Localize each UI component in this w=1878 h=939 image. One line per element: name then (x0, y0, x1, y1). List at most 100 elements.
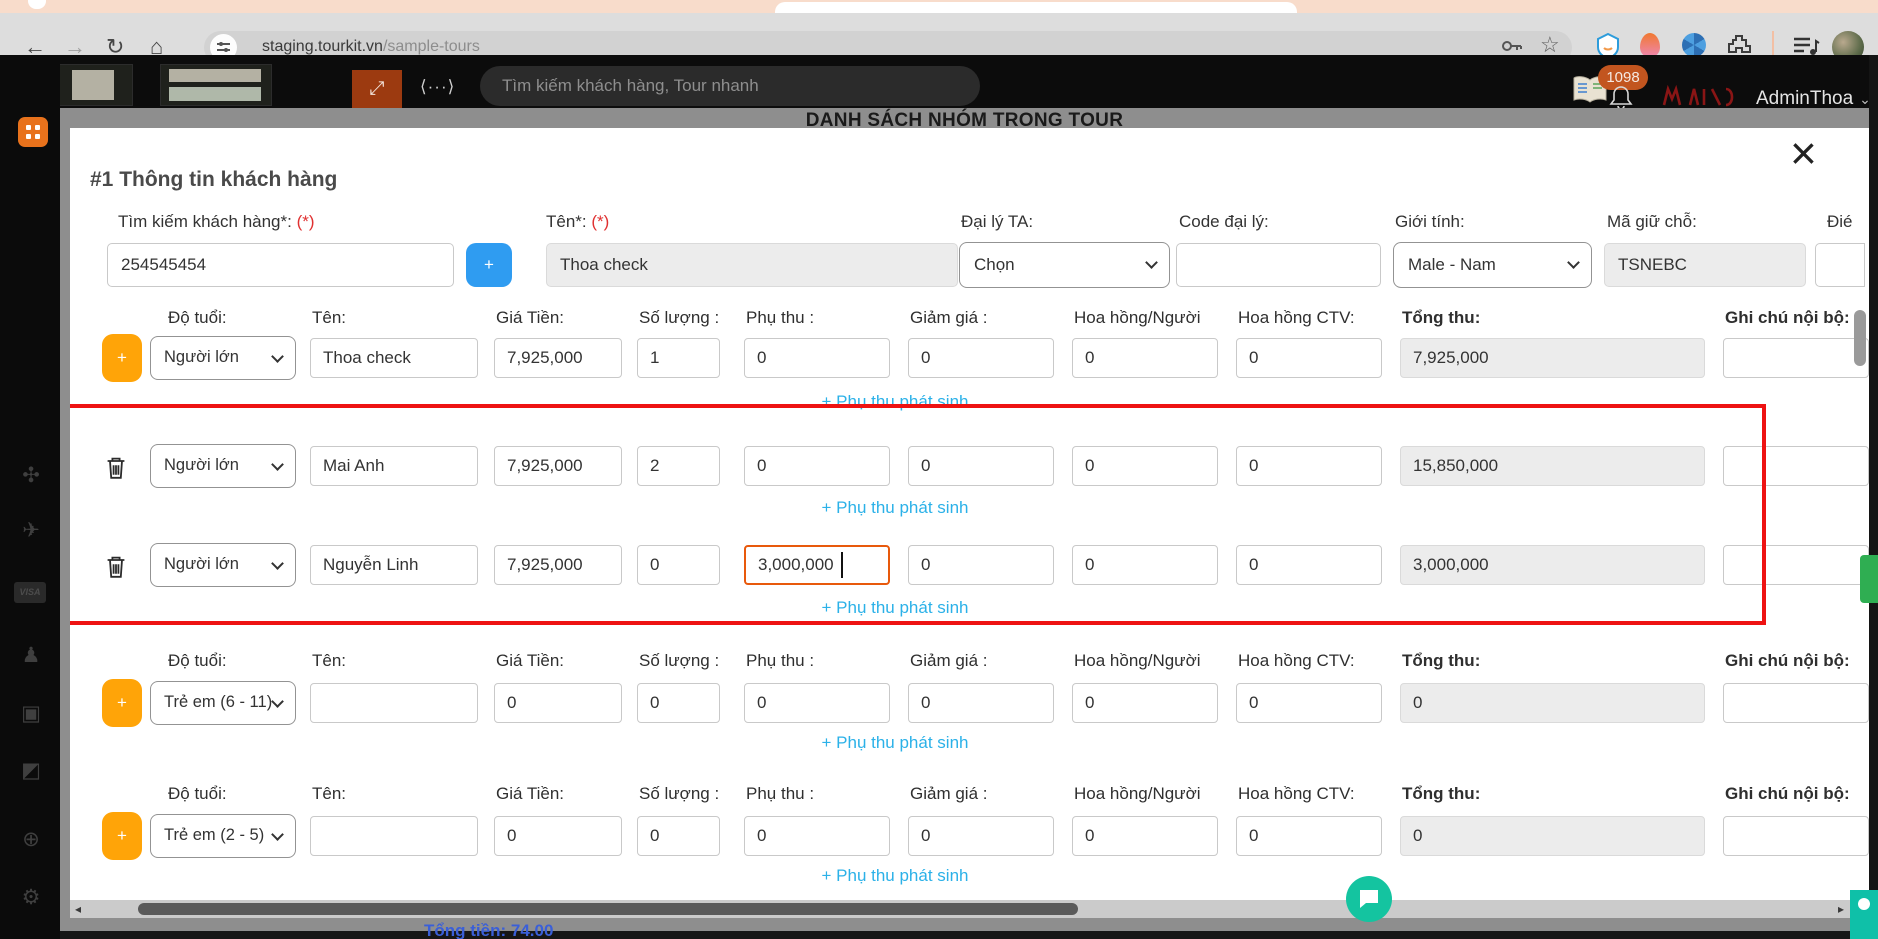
sidebar-item-network-icon[interactable]: ✣ (17, 463, 45, 488)
total-input[interactable] (1400, 816, 1705, 856)
surcharge-input[interactable] (744, 338, 890, 378)
user-menu[interactable]: AdminThoa⌄ (1756, 88, 1871, 110)
commission-ctv-input[interactable] (1236, 446, 1382, 486)
surcharge-link[interactable]: + Phụ thu phát sinh (745, 498, 1045, 518)
passenger-name-input[interactable] (310, 545, 478, 585)
gender-select[interactable]: Male - Nam (1393, 242, 1592, 288)
delete-row-icon[interactable] (106, 554, 126, 578)
sidebar-item-active[interactable] (18, 117, 48, 147)
customer-info-modal: × #1 Thông tin khách hàng Tìm kiếm khách… (70, 128, 1869, 918)
surcharge-input[interactable] (744, 446, 890, 486)
active-tab[interactable] (775, 2, 1297, 13)
search-customer-input[interactable] (107, 243, 454, 287)
lens-extension-icon[interactable] (1682, 33, 1706, 57)
price-input[interactable] (494, 338, 622, 378)
delete-row-icon[interactable] (106, 455, 126, 479)
passenger-name-input[interactable] (310, 446, 478, 486)
age-group-select[interactable]: Người lớn (150, 336, 296, 380)
agency-code-input[interactable] (1176, 243, 1381, 287)
commission-per-person-input[interactable] (1072, 545, 1218, 585)
internal-note-input[interactable] (1723, 446, 1869, 486)
expand-icon[interactable]: ⤢ (352, 70, 402, 108)
surcharge-input[interactable] (744, 816, 890, 856)
brand-logo (1660, 85, 1746, 109)
sidebar-item-courier-icon[interactable]: ♟ (17, 643, 45, 668)
surcharge-input-focused[interactable] (744, 545, 890, 585)
age-group-select[interactable]: Người lớn (150, 444, 296, 488)
commission-per-person-input[interactable] (1072, 338, 1218, 378)
commission-ctv-input[interactable] (1236, 683, 1382, 723)
close-icon[interactable]: × (1790, 130, 1817, 176)
discount-input[interactable] (908, 338, 1054, 378)
quantity-input[interactable] (637, 338, 720, 378)
internal-note-input[interactable] (1723, 545, 1869, 585)
add-row-button[interactable]: + (102, 334, 142, 382)
age-group-select[interactable]: Người lớn (150, 543, 296, 587)
add-customer-button[interactable]: + (466, 243, 512, 287)
booking-code-input[interactable] (1604, 243, 1806, 287)
chat-widget-button[interactable] (1346, 876, 1392, 922)
surcharge-link[interactable]: + Phụ thu phát sinh (745, 733, 1045, 753)
internal-note-input[interactable] (1723, 816, 1869, 856)
surcharge-link[interactable]: + Phụ thu phát sinh (745, 598, 1045, 618)
age-group-select[interactable]: Trẻ em (6 - 11) (150, 681, 296, 725)
price-input[interactable] (494, 446, 622, 486)
passenger-name-input[interactable] (310, 338, 478, 378)
chevron-down-icon (271, 828, 284, 841)
total-input[interactable] (1400, 338, 1705, 378)
commission-per-person-input[interactable] (1072, 446, 1218, 486)
sidebar-item-bus-icon[interactable]: ▣ (17, 701, 45, 726)
commission-ctv-input[interactable] (1236, 338, 1382, 378)
global-search-input[interactable]: Tìm kiếm khách hàng, Tour nhanh (480, 66, 980, 106)
side-green-tab[interactable] (1860, 555, 1878, 603)
preview-thumbnail[interactable] (57, 64, 133, 106)
commission-ctv-input[interactable] (1236, 816, 1382, 856)
sidebar-item-chat-icon[interactable]: ◩ (17, 758, 45, 783)
passenger-name-input[interactable] (310, 816, 478, 856)
discount-input[interactable] (908, 446, 1054, 486)
internal-note-input[interactable] (1723, 683, 1869, 723)
flame-extension-icon[interactable] (1640, 33, 1660, 57)
commission-per-person-input[interactable] (1072, 816, 1218, 856)
horizontal-scroll-thumb[interactable] (138, 903, 1078, 915)
clipped-extra-input[interactable] (1815, 243, 1865, 287)
horizontal-scrollbar[interactable]: ◂ ▸ (70, 900, 1869, 918)
price-input[interactable] (494, 816, 622, 856)
surcharge-input[interactable] (744, 683, 890, 723)
scroll-left-arrow[interactable]: ◂ (75, 902, 81, 916)
age-group-select[interactable]: Trẻ em (2 - 5) (150, 814, 296, 858)
quantity-input[interactable] (637, 683, 720, 723)
add-row-button[interactable]: + (102, 679, 142, 727)
price-input[interactable] (494, 683, 622, 723)
quantity-input[interactable] (637, 816, 720, 856)
agency-select[interactable]: Chọn (959, 242, 1170, 288)
sidebar-item-settings-icon[interactable]: ⚙ (17, 885, 45, 910)
code-icon[interactable]: ⟨···⟩ (420, 77, 455, 97)
internal-note-input[interactable] (1723, 338, 1869, 378)
total-input[interactable] (1400, 683, 1705, 723)
commission-ctv-input[interactable] (1236, 545, 1382, 585)
preview-thumbnail[interactable] (160, 64, 272, 106)
sidebar-item-globe-icon[interactable]: ⊕ (17, 827, 45, 852)
bell-icon[interactable] (1608, 85, 1634, 109)
quantity-input[interactable] (637, 545, 720, 585)
discount-input[interactable] (908, 816, 1054, 856)
customer-name-input[interactable] (546, 243, 958, 287)
add-row-button[interactable]: + (102, 812, 142, 860)
discount-input[interactable] (908, 545, 1054, 585)
quantity-input[interactable] (637, 446, 720, 486)
scroll-right-arrow[interactable]: ▸ (1838, 902, 1844, 916)
url-text[interactable]: staging.tourkit.vn/sample-tours (262, 38, 480, 56)
total-input[interactable] (1400, 446, 1705, 486)
total-input[interactable] (1400, 545, 1705, 585)
price-input[interactable] (494, 545, 622, 585)
surcharge-link[interactable]: + Phụ thu phát sinh (745, 866, 1045, 886)
sidebar-item-visa-icon[interactable]: VISA (14, 582, 46, 603)
corner-widget[interactable] (1850, 890, 1878, 939)
vertical-scroll-thumb[interactable] (1854, 310, 1866, 366)
sidebar-item-flight-icon[interactable]: ✈ (17, 518, 45, 543)
discount-input[interactable] (908, 683, 1054, 723)
commission-per-person-input[interactable] (1072, 683, 1218, 723)
passenger-name-input[interactable] (310, 683, 478, 723)
surcharge-link[interactable]: + Phụ thu phát sinh (745, 392, 1045, 412)
